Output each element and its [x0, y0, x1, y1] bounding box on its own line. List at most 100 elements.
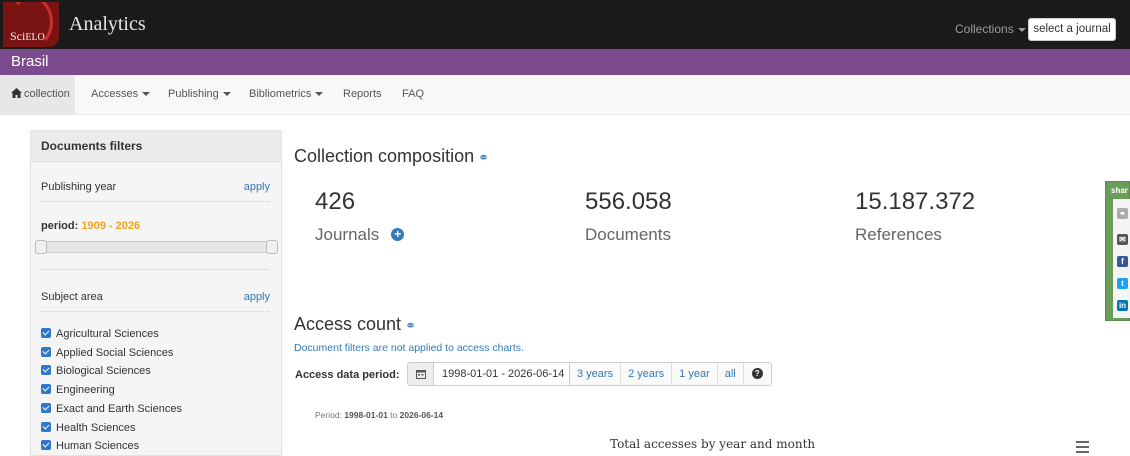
- nav-item-faq[interactable]: FAQ: [402, 88, 424, 100]
- subject-area-label: Subject area: [41, 291, 103, 303]
- nav-label-accesses: Accesses: [91, 88, 139, 100]
- select-journal-button[interactable]: select a journal: [1028, 18, 1116, 41]
- linkedin-icon[interactable]: in: [1117, 300, 1128, 311]
- period-start: 1998-01-01: [344, 410, 388, 420]
- divider: [41, 311, 270, 312]
- menu-line: [1076, 451, 1089, 453]
- filters-note: Document filters are not applied to acce…: [294, 342, 524, 354]
- period-text: period: 1909 - 2026: [41, 220, 140, 232]
- year-range-slider[interactable]: [35, 240, 278, 254]
- period-prefix: Period:: [315, 410, 342, 420]
- logo-text: SciELO: [10, 29, 45, 44]
- subject-label: Engineering: [56, 384, 115, 396]
- scielo-logo[interactable]: SciELO: [3, 2, 59, 47]
- date-range-input[interactable]: 1998-01-01 - 2026-06-14: [434, 363, 570, 385]
- slider-handle-min[interactable]: [35, 240, 47, 254]
- calendar-glyph: [415, 370, 426, 379]
- nav-item-accesses[interactable]: Accesses: [91, 88, 151, 100]
- plus-circle-icon[interactable]: +: [391, 228, 405, 241]
- logo-text-elo: ELO: [25, 32, 45, 43]
- checkbox-checked-icon[interactable]: [41, 384, 51, 394]
- subject-label: Biological Sciences: [56, 365, 151, 377]
- email-icon[interactable]: ✉: [1117, 234, 1128, 245]
- nav-item-collection[interactable]: collection: [0, 75, 75, 114]
- access-count-title: Access count: [294, 314, 402, 334]
- access-period-label: Access data period:: [295, 369, 400, 381]
- calendar-icon[interactable]: [408, 363, 434, 385]
- composition-title: Collection composition: [294, 146, 475, 166]
- main-nav: collection Accesses Publishing Bibliomet…: [0, 75, 1130, 115]
- link-icon[interactable]: ⚭: [1117, 208, 1128, 219]
- subject-label: Agricultural Sciences: [56, 328, 159, 340]
- collection-composition-heading: Collection composition ⚭: [294, 146, 489, 167]
- nav-label-publishing: Publishing: [168, 88, 219, 100]
- brand-title[interactable]: Analytics: [69, 13, 146, 36]
- checkbox-checked-icon[interactable]: [41, 328, 51, 338]
- collections-dropdown[interactable]: Collections: [955, 22, 1026, 36]
- period-label: period:: [41, 220, 79, 232]
- filters-title: Documents filters: [31, 131, 281, 162]
- subject-checkbox-applied-social[interactable]: Applied Social Sciences: [41, 346, 173, 360]
- journals-stat: Journals +: [315, 225, 405, 245]
- share-widget: shar ⚭ ✉ f t in: [1105, 181, 1130, 321]
- documents-filters-panel: Documents filters Publishing year apply …: [30, 130, 282, 456]
- checkbox-checked-icon[interactable]: [41, 403, 51, 413]
- subject-checkbox-agricultural[interactable]: Agricultural Sciences: [41, 327, 159, 341]
- period-1-year-button[interactable]: 1 year: [672, 363, 718, 385]
- subject-checkbox-human[interactable]: Human Sciences: [41, 439, 139, 453]
- subject-checkbox-exact-earth[interactable]: Exact and Earth Sciences: [41, 402, 182, 416]
- period-3-years-button[interactable]: 3 years: [570, 363, 622, 385]
- nav-item-bibliometrics[interactable]: Bibliometrics: [249, 88, 324, 100]
- nav-item-reports[interactable]: Reports: [343, 88, 382, 100]
- nav-label-bibliometrics: Bibliometrics: [249, 88, 312, 100]
- link-icon[interactable]: ⚭: [478, 150, 489, 165]
- period-end: 2026-06-14: [399, 410, 444, 420]
- access-period-control: 1998-01-01 - 2026-06-14 3 years 2 years …: [407, 362, 772, 386]
- divider: [41, 201, 270, 202]
- period-all-button[interactable]: all: [717, 363, 744, 385]
- chart-menu-icon[interactable]: [1076, 441, 1089, 456]
- caret-down-icon: [142, 92, 151, 97]
- checkbox-checked-icon[interactable]: [41, 422, 51, 432]
- subject-area-apply-link[interactable]: apply: [244, 291, 270, 303]
- journals-label: Journals: [315, 225, 380, 244]
- caret-down-icon: [315, 92, 324, 97]
- references-label: References: [855, 225, 942, 244]
- collection-name: Brasil: [11, 53, 49, 70]
- nav-item-publishing[interactable]: Publishing: [168, 88, 231, 100]
- slider-handle-max[interactable]: [266, 240, 278, 254]
- home-icon: [11, 88, 22, 98]
- period-2-years-button[interactable]: 2 years: [621, 363, 673, 385]
- chart-title: Total accesses by year and month: [610, 437, 816, 451]
- access-count-heading: Access count ⚭: [294, 314, 416, 335]
- chart-period-text: Period: 1998-01-01 to 2026-06-14: [315, 410, 443, 420]
- checkbox-checked-icon[interactable]: [41, 365, 51, 375]
- menu-line: [1076, 441, 1089, 443]
- collection-bar: Brasil: [0, 49, 1130, 75]
- divider: [41, 269, 270, 270]
- facebook-icon[interactable]: f: [1117, 256, 1128, 267]
- subject-checkbox-health[interactable]: Health Sciences: [41, 421, 136, 435]
- help-button[interactable]: ?: [743, 363, 771, 385]
- caret-down-icon: [222, 92, 231, 97]
- logo-text-sci: Sci: [10, 29, 26, 43]
- references-count: 15.187.372: [855, 188, 976, 215]
- share-label: shar: [1111, 186, 1128, 195]
- menu-line: [1076, 446, 1089, 448]
- publishing-year-label: Publishing year: [41, 181, 117, 193]
- collections-label: Collections: [955, 22, 1014, 36]
- checkbox-checked-icon[interactable]: [41, 347, 51, 357]
- subject-label: Health Sciences: [56, 422, 136, 434]
- subject-checkbox-engineering[interactable]: Engineering: [41, 383, 115, 397]
- question-icon: ?: [751, 368, 763, 379]
- twitter-icon[interactable]: t: [1117, 278, 1128, 289]
- checkbox-checked-icon[interactable]: [41, 440, 51, 450]
- subject-checkbox-biological[interactable]: Biological Sciences: [41, 364, 151, 378]
- caret-down-icon: [1017, 27, 1026, 32]
- link-icon[interactable]: ⚭: [405, 318, 416, 333]
- nav-label-collection: collection: [24, 88, 70, 100]
- publishing-year-apply-link[interactable]: apply: [244, 181, 270, 193]
- subject-label: Applied Social Sciences: [56, 347, 174, 359]
- subject-label: Human Sciences: [56, 440, 140, 452]
- period-range: 1909 - 2026: [81, 220, 141, 232]
